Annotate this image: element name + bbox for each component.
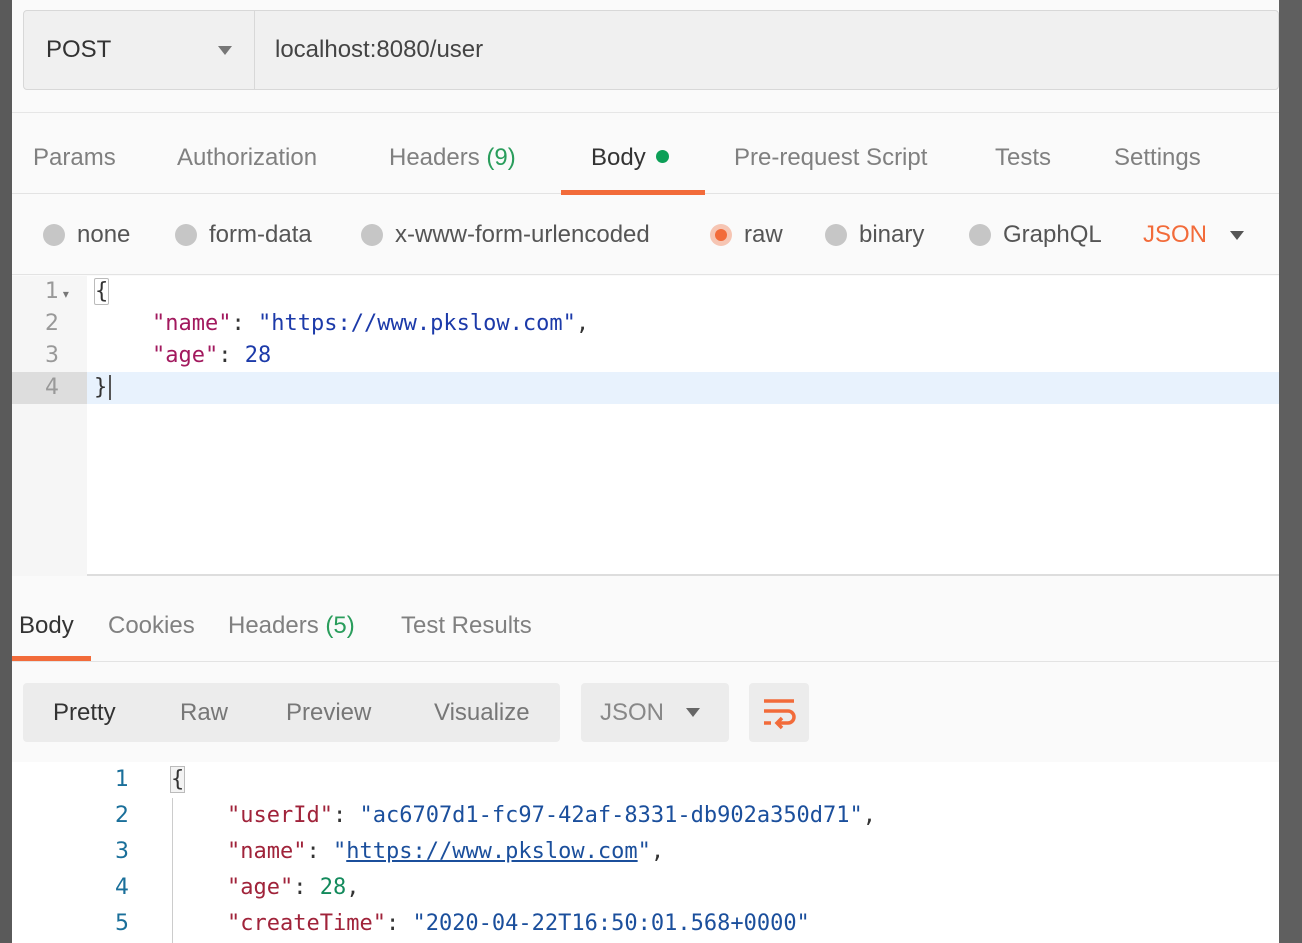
tab-settings[interactable]: Settings [1114,113,1201,193]
format-label: JSON [600,699,665,726]
line-number: 4 [45,375,59,400]
radio-label: form-data [209,221,312,248]
line-number: 5 [115,911,129,936]
method-select[interactable]: POST [24,11,255,89]
body-format-select[interactable]: JSON [1143,195,1207,275]
radio-icon [175,224,197,246]
code-line: "userId": "ac6707d1-fc97-42af-8331-db902… [227,803,877,828]
line-number: 2 [115,803,129,828]
line-number: 2 [45,311,59,336]
radio-label: x-www-form-urlencoded [395,221,650,248]
radio-label: GraphQL [1003,221,1102,248]
view-mode-switcher: Pretty Raw Preview Visualize [23,683,560,742]
code-line: { [94,278,110,305]
response-tab-test-results[interactable]: Test Results [401,578,532,660]
radio-none[interactable]: none [43,195,130,275]
line-number: 1 ▾ [45,279,69,304]
view-raw[interactable]: Raw [180,683,228,743]
radio-icon [825,224,847,246]
line-number: 3 [45,343,59,368]
active-tab-indicator [12,656,91,661]
code-line: "age": 28, [227,875,360,900]
radio-x-www-form-urlencoded[interactable]: x-www-form-urlencoded [361,195,650,275]
code-line: "age": 28 [152,343,272,368]
window-edge [1279,0,1302,943]
tab-label: Headers [389,144,480,171]
code-line: "name": "https://www.pkslow.com", [152,311,590,336]
indent-guide [172,798,173,943]
radio-icon [969,224,991,246]
modified-dot-icon [655,150,669,163]
view-preview[interactable]: Preview [286,683,371,743]
tab-headers[interactable]: Headers (9) [389,113,516,193]
tab-label: Body [591,144,646,171]
url-input[interactable]: localhost:8080/user [255,11,483,89]
response-tabs: Body Cookies Headers (5) Test Results [12,578,1279,662]
radio-label: binary [859,221,925,248]
chevron-down-icon [218,46,232,55]
url-bar: POST localhost:8080/user [23,10,1279,90]
chevron-down-icon [686,708,700,717]
request-tabs: Params Authorization Headers (9) Body Pr… [12,112,1279,195]
line-number: 4 [115,875,129,900]
tab-pre-request-script[interactable]: Pre-request Script [734,113,927,193]
tab-body[interactable]: Body [591,113,669,193]
radio-label: raw [744,221,783,248]
radio-selected-icon [710,224,732,246]
url-link[interactable]: https://www.pkslow.com [346,839,637,864]
view-pretty[interactable]: Pretty [53,683,116,743]
code-line: } [94,372,112,404]
request-body-editor[interactable]: 1 ▾ 2 3 4 { "name": "https://www.pkslow.… [12,276,1279,576]
method-label: POST [46,36,112,63]
response-tab-cookies[interactable]: Cookies [108,578,195,660]
radio-graphql[interactable]: GraphQL [969,195,1102,275]
response-format-select[interactable]: JSON [581,683,729,742]
wrap-lines-button[interactable] [749,683,809,742]
line-number: 3 [115,839,129,864]
response-body-viewer: 1 2 3 4 5 { "userId": "ac6707d1-fc97-42a… [12,762,1279,943]
code-line: { [170,766,186,793]
code-line: "name": "https://www.pkslow.com", [227,839,665,864]
radio-label: none [77,221,131,248]
view-visualize[interactable]: Visualize [434,683,530,743]
code-line: "createTime": "2020-04-22T16:50:01.568+0… [227,911,810,936]
wrap-lines-icon [764,698,796,729]
active-line-highlight [87,372,1279,404]
radio-icon [43,224,65,246]
tab-params[interactable]: Params [33,113,116,193]
headers-count: (5) [325,612,355,639]
line-number: 1 [115,767,129,792]
radio-icon [361,224,383,246]
postman-request-panel: POST localhost:8080/user Params Authoriz… [12,0,1279,943]
radio-binary[interactable]: binary [825,195,924,275]
tab-label: Headers [228,612,319,639]
headers-count: (9) [486,144,516,171]
chevron-down-icon [1230,231,1244,240]
response-tab-headers[interactable]: Headers (5) [228,578,355,660]
tab-authorization[interactable]: Authorization [177,113,317,193]
tab-tests[interactable]: Tests [995,113,1051,193]
response-tab-body[interactable]: Body [19,578,74,660]
radio-form-data[interactable]: form-data [175,195,312,275]
radio-raw[interactable]: raw [710,195,783,275]
body-type-selector: none form-data x-www-form-urlencoded raw… [12,195,1279,275]
